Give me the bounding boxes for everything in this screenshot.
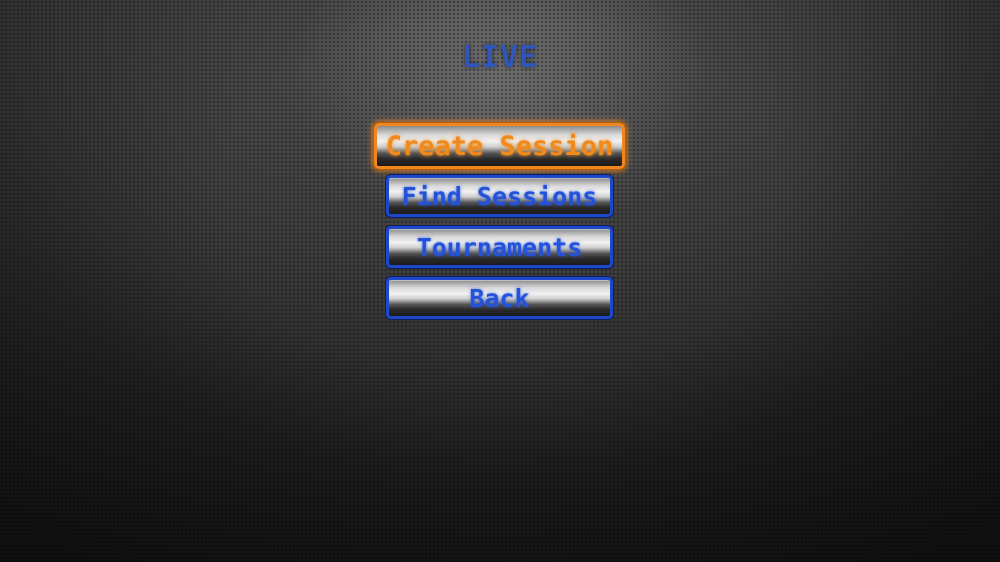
tournaments-label: Tournaments: [416, 232, 583, 262]
back-label: Back: [469, 283, 530, 313]
back-button[interactable]: Back: [386, 277, 613, 319]
tournaments-button[interactable]: Tournaments: [386, 226, 613, 268]
find-sessions-label: Find Sessions: [401, 181, 598, 211]
create-session-label: Create Session: [385, 130, 614, 162]
create-session-button[interactable]: Create Session: [374, 123, 625, 169]
find-sessions-button[interactable]: Find Sessions: [386, 175, 613, 217]
main-menu: Create Session Find Sessions Tournaments…: [0, 0, 1000, 562]
live-menu-screen: LIVE Create Session Find Sessions Tourna…: [0, 0, 1000, 562]
